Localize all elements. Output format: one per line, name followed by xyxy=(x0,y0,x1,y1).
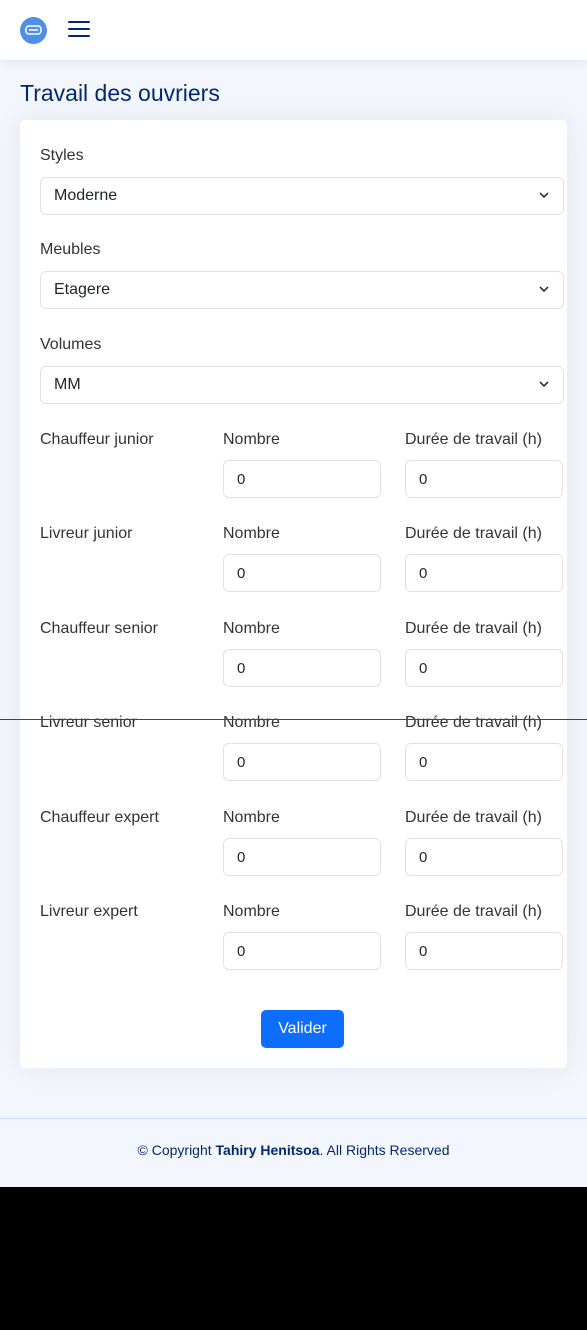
duree-input[interactable]: 0 xyxy=(405,554,563,592)
page-title: Travail des ouvriers xyxy=(20,80,220,106)
header xyxy=(0,0,587,60)
footer: © Copyright Tahiry Henitsoa. All Rights … xyxy=(0,1118,587,1187)
valider-button[interactable]: Valider xyxy=(261,1010,344,1048)
nombre-input[interactable]: 0 xyxy=(223,460,381,498)
sofa-icon[interactable] xyxy=(20,17,47,44)
duree-input[interactable]: 0 xyxy=(405,743,563,781)
chevron-down-icon xyxy=(539,192,549,199)
styles-label: Styles xyxy=(40,147,84,164)
nombre-label: Nombre xyxy=(223,714,280,731)
footer-owner: Tahiry Henitsoa xyxy=(215,1142,320,1158)
nombre-input[interactable]: 0 xyxy=(223,554,381,592)
nombre-input[interactable]: 0 xyxy=(223,932,381,970)
page: Travail des ouvriers Styles Moderne Meub… xyxy=(0,0,587,1187)
nombre-label: Nombre xyxy=(223,903,280,920)
nombre-label: Nombre xyxy=(223,620,280,637)
duree-label: Durée de travail (h) xyxy=(405,809,542,826)
nombre-input[interactable]: 0 xyxy=(223,649,381,687)
duree-input[interactable]: 0 xyxy=(405,649,563,687)
worker-label: Chauffeur junior xyxy=(40,431,154,448)
worker-label: Livreur expert xyxy=(40,903,138,920)
copyright-text: © Copyright Tahiry Henitsoa. All Rights … xyxy=(137,1142,450,1158)
duree-input[interactable]: 0 xyxy=(405,460,563,498)
meubles-value: Etagere xyxy=(54,281,111,298)
volumes-select[interactable]: MM xyxy=(40,366,564,404)
chevron-down-icon xyxy=(539,286,549,293)
worker-label: Livreur senior xyxy=(40,714,137,731)
styles-select[interactable]: Moderne xyxy=(40,177,564,215)
styles-value: Moderne xyxy=(54,187,118,204)
duree-label: Durée de travail (h) xyxy=(405,903,542,920)
nombre-input[interactable]: 0 xyxy=(223,743,381,781)
divider xyxy=(0,719,587,720)
volumes-label: Volumes xyxy=(40,336,102,353)
duree-input[interactable]: 0 xyxy=(405,838,563,876)
worker-label: Chauffeur expert xyxy=(40,809,159,826)
meubles-select[interactable]: Etagere xyxy=(40,271,564,309)
chevron-down-icon xyxy=(539,381,549,388)
volumes-value: MM xyxy=(54,376,81,393)
form-card: Styles Moderne Meubles Etagere Volumes M… xyxy=(20,120,567,1068)
duree-label: Durée de travail (h) xyxy=(405,714,542,731)
nombre-label: Nombre xyxy=(223,525,280,542)
nombre-input[interactable]: 0 xyxy=(223,838,381,876)
duree-label: Durée de travail (h) xyxy=(405,620,542,637)
meubles-label: Meubles xyxy=(40,241,101,258)
nombre-label: Nombre xyxy=(223,809,280,826)
hamburger-icon[interactable] xyxy=(68,19,90,39)
duree-label: Durée de travail (h) xyxy=(405,525,542,542)
duree-input[interactable]: 0 xyxy=(405,932,563,970)
worker-label: Chauffeur senior xyxy=(40,620,158,637)
worker-label: Livreur junior xyxy=(40,525,133,542)
duree-label: Durée de travail (h) xyxy=(405,431,542,448)
nombre-label: Nombre xyxy=(223,431,280,448)
